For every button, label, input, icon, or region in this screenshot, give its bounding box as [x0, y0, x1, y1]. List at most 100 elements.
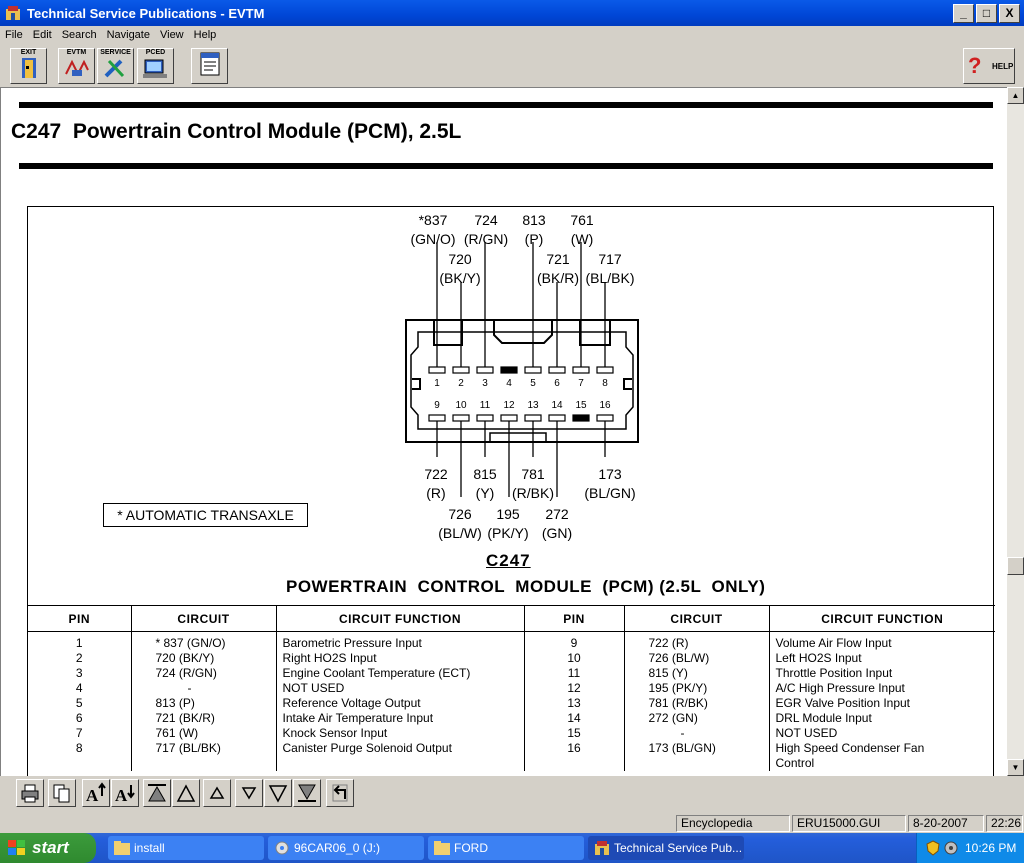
wire-label-761: 761 (W)	[570, 212, 594, 247]
task-technical-service[interactable]: Technical Service Pub...	[588, 836, 744, 860]
notepad-icon	[200, 52, 219, 76]
help-label: HELP	[992, 62, 1014, 71]
maximize-button[interactable]: □	[976, 3, 997, 23]
wire-label-813: 813 (P)	[522, 212, 546, 247]
minimize-button[interactable]: _	[953, 3, 974, 23]
task-ford[interactable]: FORD	[428, 836, 584, 860]
first-page-button[interactable]	[143, 779, 171, 807]
menu-navigate[interactable]: Navigate	[102, 29, 155, 41]
cd-icon	[275, 841, 289, 855]
pin-number-1: 1	[434, 378, 440, 389]
table-row: 1 2 3 4 5 6 7 8 * 837 (GN/O) 720 (BK/Y) …	[28, 631, 995, 771]
font-increase-icon: A	[86, 782, 106, 804]
wire-label-720: 720 (BK/Y)	[439, 251, 481, 286]
window-title: Technical Service Publications - EVTM	[27, 5, 265, 21]
wire-label-272: 272 (GN)	[541, 506, 573, 541]
task-drive[interactable]: 96CAR06_0 (J:)	[268, 836, 424, 860]
scroll-down-button[interactable]: ▼	[1007, 759, 1024, 776]
notepad-button[interactable]	[191, 48, 228, 84]
status-file: ERU15000.GUI	[792, 815, 906, 832]
connector-title: POWERTRAIN CONTROL MODULE (PCM) (2.5L ON…	[286, 577, 766, 596]
evtm-button[interactable]: EVTM	[58, 48, 95, 84]
evtm-label: EVTM	[66, 49, 87, 56]
pin-number-11: 11	[479, 400, 491, 411]
pin-table: PIN CIRCUIT CIRCUIT FUNCTION PIN CIRCUIT…	[28, 605, 995, 771]
scroll-thumb[interactable]	[1007, 557, 1024, 575]
pin-number-10: 10	[455, 400, 467, 411]
print-button[interactable]	[16, 779, 44, 807]
pin-number-9: 9	[434, 400, 440, 411]
pin-number-7: 7	[578, 378, 584, 389]
document-view: C247 Powertrain Control Module (PCM), 2.…	[0, 87, 1007, 776]
page-down-icon	[268, 785, 288, 803]
font-larger-button[interactable]: A	[82, 779, 110, 807]
volume-icon[interactable]	[943, 840, 959, 856]
status-section: Encyclopedia	[676, 815, 790, 832]
svg-text:A: A	[115, 786, 128, 804]
menu-view[interactable]: View	[155, 29, 189, 41]
close-button[interactable]: X	[999, 3, 1020, 23]
wire-label-781: 781 (R/BK)	[512, 466, 554, 501]
menu-search[interactable]: Search	[57, 29, 102, 41]
connector-drawing	[405, 242, 639, 497]
printer-icon	[21, 784, 39, 803]
folder-icon	[114, 841, 130, 855]
wrench-icon	[104, 59, 124, 78]
scroll-up-button[interactable]: ▲	[1007, 87, 1024, 104]
svg-text:A: A	[86, 786, 99, 804]
line-up-icon	[209, 786, 225, 799]
menu-help[interactable]: Help	[189, 29, 222, 41]
pin-number-3: 3	[482, 378, 488, 389]
wire-label-722: 722 (R)	[424, 466, 448, 501]
app-icon	[595, 841, 609, 855]
vertical-scrollbar[interactable]: ▲ ▼	[1007, 87, 1024, 776]
wire-label-815: 815 (Y)	[473, 466, 497, 501]
pin-number-6: 6	[554, 378, 560, 389]
top-rule	[19, 102, 993, 108]
help-button[interactable]: ? HELP	[963, 48, 1015, 84]
wire-label-717: 717 (BL/BK)	[585, 251, 635, 286]
navigation-toolbar: A A	[0, 776, 1024, 812]
app-icon	[5, 5, 21, 21]
copy-button[interactable]	[48, 779, 76, 807]
menu-edit[interactable]: Edit	[28, 29, 57, 41]
wire-label-721: 721 (BK/R)	[537, 251, 579, 286]
pin-number-13: 13	[527, 400, 539, 411]
last-page-icon	[298, 784, 316, 802]
exit-button[interactable]: EXIT	[10, 48, 47, 84]
header-circuit: CIRCUIT	[131, 605, 277, 632]
door-icon	[21, 58, 36, 78]
wire-label-726: 726 (BL/W)	[438, 506, 482, 541]
page-up-icon	[176, 784, 196, 802]
wire-label-724: 724 (R/GN)	[463, 212, 509, 247]
pin-number-4: 4	[506, 378, 512, 389]
clock[interactable]: 10:26 PM	[965, 833, 1016, 863]
pin-cell: 1 2 3 4 5 6 7 8	[28, 631, 132, 771]
font-decrease-icon: A	[115, 785, 135, 804]
circuit-cell: * 837 (GN/O) 720 (BK/Y) 724 (R/GN) - 813…	[131, 631, 277, 771]
font-smaller-button[interactable]: A	[111, 779, 139, 807]
header-pin-2: PIN	[524, 605, 625, 632]
svg-text:?: ?	[968, 53, 981, 78]
line-up-button[interactable]	[203, 779, 231, 807]
service-label: SERVICE	[100, 49, 131, 56]
last-page-button[interactable]	[293, 779, 321, 807]
start-button[interactable]: start	[0, 833, 96, 863]
bottom-rule	[19, 163, 993, 169]
task-install[interactable]: install	[108, 836, 264, 860]
pced-button[interactable]: PCED	[137, 48, 174, 84]
service-button[interactable]: SERVICE	[97, 48, 134, 84]
status-bar: Encyclopedia ERU15000.GUI 8-20-2007 22:2…	[0, 813, 1024, 833]
menu-file[interactable]: File	[0, 29, 28, 41]
transaxle-note: * AUTOMATIC TRANSAXLE	[103, 503, 308, 527]
folder-icon	[434, 841, 450, 855]
page-down-button[interactable]	[264, 779, 292, 807]
function-cell: Barometric Pressure Input Right HO2S Inp…	[276, 631, 525, 771]
status-date: 8-20-2007	[908, 815, 984, 832]
line-down-button[interactable]	[235, 779, 263, 807]
shield-icon[interactable]	[925, 840, 941, 856]
page-up-button[interactable]	[172, 779, 200, 807]
line-down-icon	[241, 787, 257, 800]
first-page-icon	[148, 784, 166, 802]
back-button[interactable]	[326, 779, 354, 807]
